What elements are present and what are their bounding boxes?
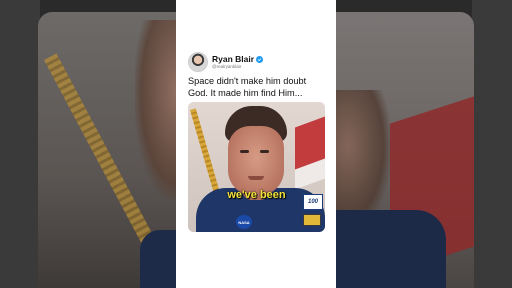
author-handle[interactable]: @realryanblair [212,64,263,70]
background-face-right [330,90,390,230]
avatar[interactable] [188,52,208,72]
post-header: Ryan Blair @realryanblair [188,52,264,72]
author-block: Ryan Blair @realryanblair [212,55,264,70]
background-suit-right [336,210,446,288]
post-photo[interactable]: NASA 100 we've been [188,102,325,232]
post-text: Space didn't make him doubt God. It made… [188,76,307,98]
video-caption: we've been [227,189,286,201]
verified-badge-icon [256,55,264,63]
photo-eye-left [240,150,249,153]
background-edge-right [472,0,512,288]
photo-face [228,126,284,196]
post-card: Ryan Blair @realryanblair Space didn't m… [176,0,336,288]
nasa-logo-icon: NASA [236,215,252,229]
flag-patch [303,214,321,226]
author-name-row: Ryan Blair [212,55,264,64]
author-name[interactable]: Ryan Blair [212,55,254,64]
background-edge-left [0,0,40,288]
photo-eye-right [260,150,269,153]
photo-mouth [248,176,264,180]
